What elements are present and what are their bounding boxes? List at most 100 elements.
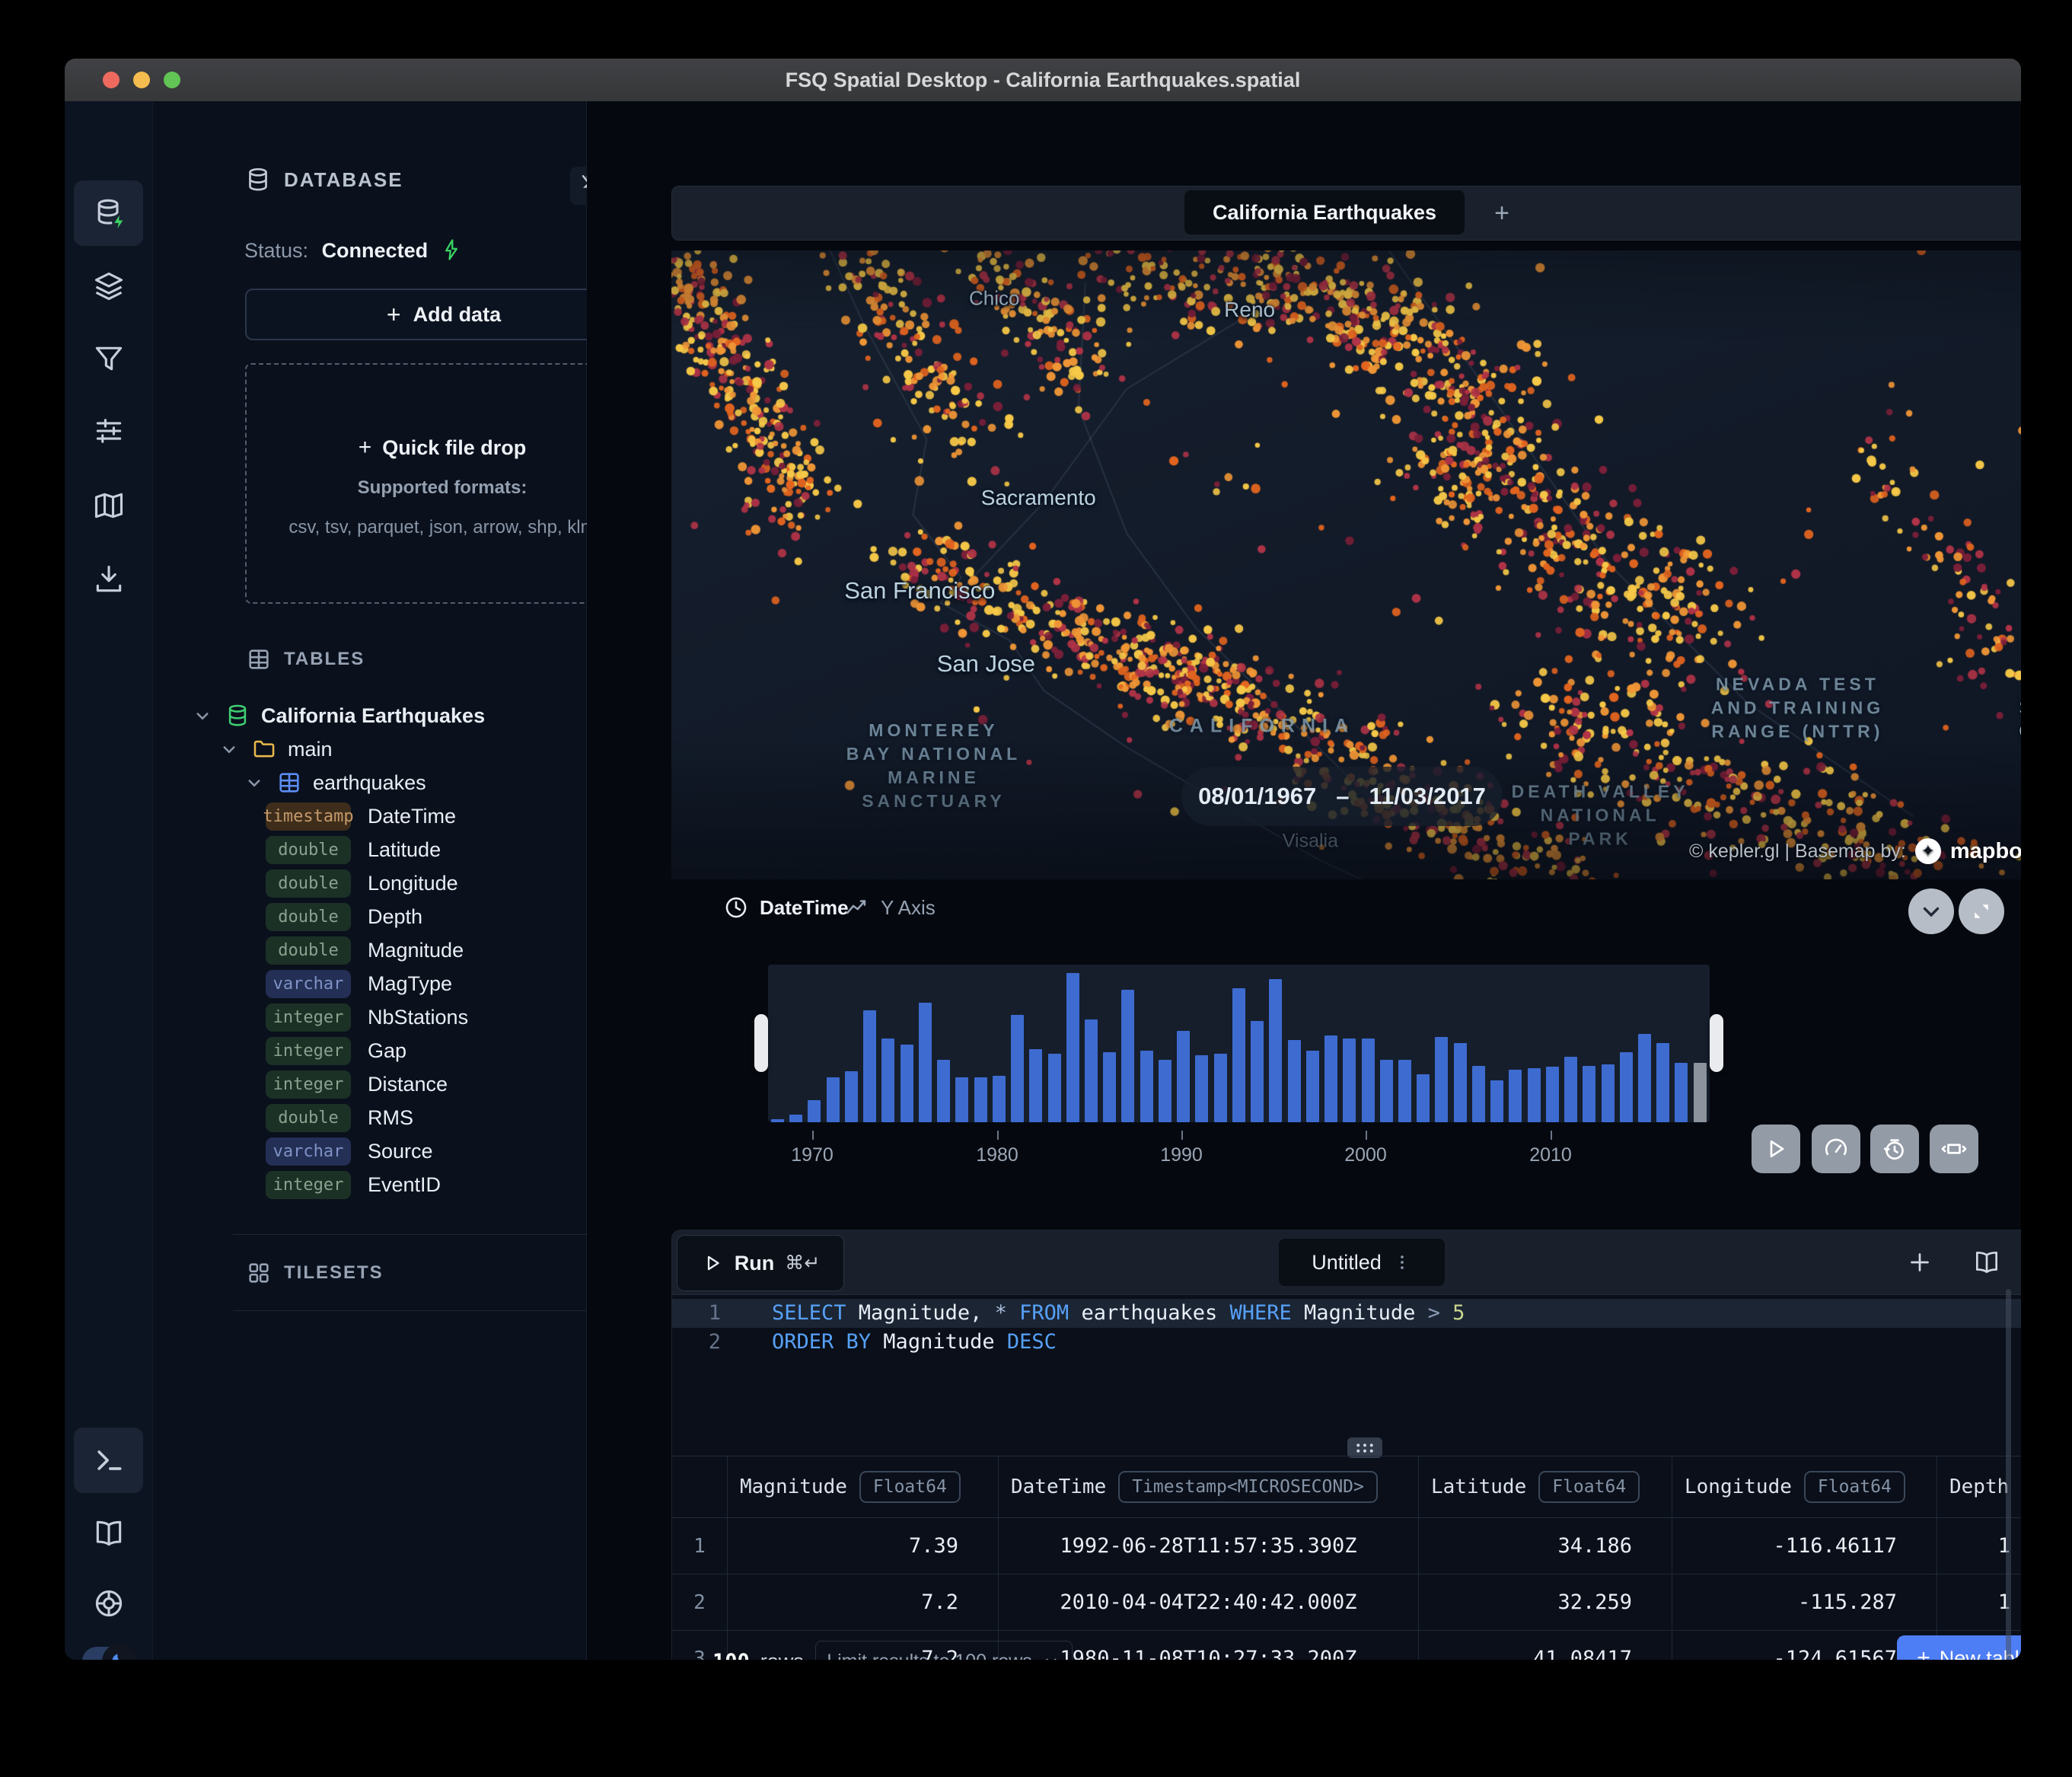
- type-badge: double: [266, 903, 351, 931]
- limit-results-select[interactable]: Limit results to 100 rows: [815, 1641, 1073, 1660]
- tab-california-earthquakes[interactable]: California Earthquakes: [1184, 190, 1465, 234]
- theme-toggle[interactable]: [82, 1647, 132, 1660]
- app-window: FSQ Spatial Desktop - California Earthqu…: [65, 59, 2021, 1660]
- chevron-down-icon[interactable]: [191, 704, 214, 727]
- table-icon: [276, 770, 302, 796]
- column-header-Latitude[interactable]: LatitudeFloat64: [1419, 1456, 1672, 1517]
- timeline-field[interactable]: DateTime: [723, 895, 849, 920]
- tree-column-DateTime[interactable]: timestampDateTime: [153, 799, 586, 833]
- reset-time-button[interactable]: [1870, 1125, 1919, 1173]
- results-table[interactable]: MagnitudeFloat64DateTimeTimestamp<MICROS…: [672, 1456, 2021, 1660]
- rail-item-database[interactable]: [74, 180, 143, 246]
- kebab-menu-icon[interactable]: [1392, 1252, 1412, 1272]
- timeline-mode-button[interactable]: [1959, 888, 2004, 934]
- rail-item-filter[interactable]: [74, 326, 143, 391]
- folder-icon: [251, 736, 277, 762]
- histogram-bar: [827, 1077, 840, 1122]
- code-line[interactable]: 1SELECT Magnitude, * FROM earthquakes WH…: [672, 1299, 2021, 1328]
- icon-rail: [65, 101, 153, 1660]
- new-query-button[interactable]: [1903, 1246, 1937, 1279]
- range-slider-right-handle[interactable]: [1710, 1014, 1723, 1072]
- histogram-bar: [1048, 1054, 1061, 1122]
- axis-tick: [1551, 1131, 1552, 1140]
- window-interval-button[interactable]: [1930, 1125, 1978, 1173]
- column-type-pill: Float64: [859, 1471, 961, 1503]
- range-slider-left-handle[interactable]: [754, 1014, 768, 1072]
- speed-button[interactable]: [1812, 1125, 1860, 1173]
- database-icon: [244, 166, 272, 193]
- tree-column-Distance[interactable]: integerDistance: [153, 1067, 586, 1101]
- line-number: 1: [672, 1299, 721, 1328]
- tree-column-Latitude[interactable]: doubleLatitude: [153, 833, 586, 866]
- add-data-button[interactable]: + Add data: [245, 289, 642, 340]
- histogram-bar: [1435, 1037, 1448, 1122]
- tree-column-NbStations[interactable]: integerNbStations: [153, 1000, 586, 1034]
- sql-editor[interactable]: 1SELECT Magnitude, * FROM earthquakes WH…: [672, 1294, 2021, 1416]
- add-tab-button[interactable]: +: [1482, 193, 1522, 233]
- type-badge: varchar: [266, 970, 351, 998]
- table-row[interactable]: 27.22010-04-04T22:40:42.000Z32.259-115.2…: [672, 1574, 2021, 1631]
- histogram-bar: [1546, 1067, 1559, 1122]
- rail-item-docs[interactable]: [74, 1501, 143, 1566]
- histogram-bar: [1066, 973, 1079, 1122]
- rail-item-map[interactable]: [74, 473, 143, 538]
- rail-item-layers[interactable]: [74, 254, 143, 319]
- cell-DateTime: 2010-04-04T22:40:42.000Z: [999, 1574, 1419, 1630]
- tree-column-Source[interactable]: varcharSource: [153, 1134, 586, 1168]
- tree-node-database[interactable]: California Earthquakes: [153, 699, 586, 732]
- histogram-bar: [881, 1038, 894, 1122]
- filter-icon: [92, 342, 126, 375]
- histogram-bar: [1251, 1021, 1264, 1122]
- tree-node-table[interactable]: earthquakes: [153, 766, 586, 799]
- run-query-button[interactable]: Run ⌘↵: [677, 1235, 844, 1291]
- tree-column-Magnitude[interactable]: doubleMagnitude: [153, 933, 586, 967]
- new-table-button[interactable]: + New table: [1897, 1635, 2021, 1660]
- tables-section-header[interactable]: TABLES: [246, 646, 365, 672]
- tree-column-Gap[interactable]: integerGap: [153, 1034, 586, 1067]
- histogram-bar: [771, 1119, 784, 1122]
- tree-column-MagType[interactable]: varcharMagType: [153, 967, 586, 1000]
- column-header-Magnitude[interactable]: MagnitudeFloat64: [728, 1456, 999, 1517]
- time-range-pill[interactable]: 08/01/1967 – 11/03/2017: [1181, 767, 1503, 826]
- timeline-y-axis[interactable]: Y Axis: [844, 895, 936, 920]
- map-view[interactable]: ChicoRenoSacramentoSan FranciscoSan Jose…: [671, 250, 2021, 879]
- histogram-bar: [1490, 1080, 1503, 1122]
- main-scrollbar[interactable]: [2006, 1289, 2011, 1660]
- column-header-Longitude[interactable]: LongitudeFloat64: [1672, 1456, 1937, 1517]
- code-line[interactable]: 2ORDER BY Magnitude DESC: [672, 1328, 2021, 1357]
- tilesets-section-header[interactable]: TILESETS: [246, 1260, 384, 1286]
- histogram-bar: [789, 1115, 802, 1122]
- histogram-bar: [901, 1045, 913, 1122]
- rail-item-help[interactable]: [74, 1571, 143, 1636]
- panel-resize-grip[interactable]: [1347, 1437, 1382, 1458]
- rail-item-terminal[interactable]: [74, 1428, 143, 1493]
- collapse-timeline-button[interactable]: [1908, 888, 1954, 934]
- tree-column-EventID[interactable]: integerEventID: [153, 1168, 586, 1201]
- histogram-bar: [1140, 1051, 1153, 1122]
- tree-node-schema[interactable]: main: [153, 732, 586, 766]
- database-sidebar: DATABASE Status: Connected + Add data: [153, 101, 587, 1660]
- histogram-bar: [1638, 1034, 1651, 1122]
- query-library-button[interactable]: [1970, 1246, 2003, 1279]
- range-width-icon: [1940, 1135, 1968, 1163]
- rail-item-settings[interactable]: [74, 398, 143, 464]
- column-header-rownum[interactable]: [672, 1456, 728, 1517]
- tree-column-RMS[interactable]: doubleRMS: [153, 1101, 586, 1134]
- histogram-bar: [1029, 1049, 1042, 1122]
- quick-file-drop-zone[interactable]: +Quick file drop Supported formats: csv,…: [245, 363, 639, 604]
- column-header-DateTime[interactable]: DateTimeTimestamp<MICROSECOND>: [999, 1456, 1419, 1517]
- database-panel-header: DATABASE: [244, 166, 403, 193]
- histogram-bar: [1269, 979, 1282, 1122]
- play-icon: [1762, 1135, 1790, 1163]
- query-tab-untitled[interactable]: Untitled: [1279, 1239, 1445, 1286]
- rail-item-download[interactable]: [74, 547, 143, 612]
- tree-column-Longitude[interactable]: doubleLongitude: [153, 866, 586, 900]
- table-row[interactable]: 17.391992-06-28T11:57:35.390Z34.186-116.…: [672, 1518, 2021, 1574]
- chevron-down-icon[interactable]: [218, 738, 241, 761]
- table-grid-icon: [246, 646, 272, 672]
- tree-column-Depth[interactable]: doubleDepth: [153, 900, 586, 933]
- timeline-histogram[interactable]: [768, 965, 1710, 1122]
- map-icon: [92, 489, 126, 522]
- play-button[interactable]: [1752, 1125, 1800, 1173]
- chevron-down-icon[interactable]: [243, 771, 266, 794]
